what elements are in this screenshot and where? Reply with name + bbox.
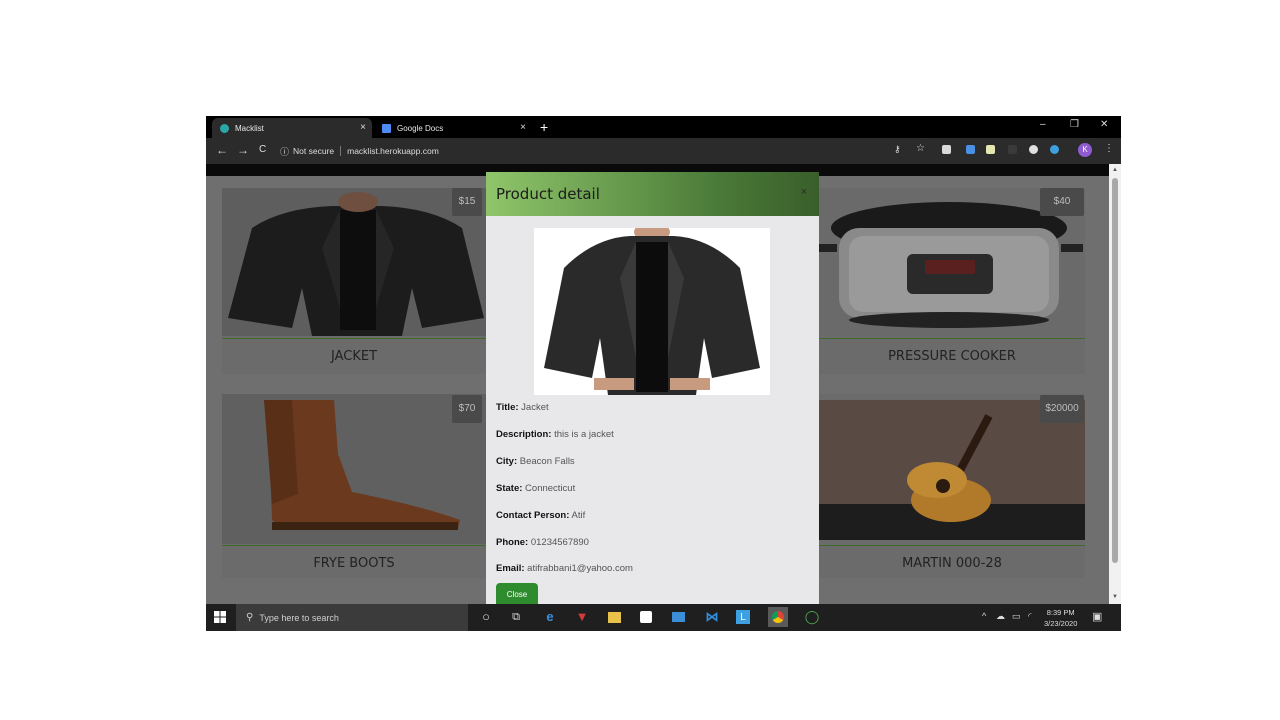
chrome-active-tab[interactable] xyxy=(768,607,788,627)
search-icon: ⚲ xyxy=(246,612,254,623)
menu-icon[interactable]: ⋮ xyxy=(1104,143,1114,154)
product-title[interactable]: PRESSURE COOKER xyxy=(819,349,1085,364)
reload-icon[interactable]: C xyxy=(259,144,266,155)
url-text[interactable]: macklist.herokuapp.com xyxy=(347,146,439,156)
forward-icon[interactable]: → xyxy=(237,143,249,157)
card-divider xyxy=(222,545,486,546)
detail-email: Email: atifrabbani1@yahoo.com xyxy=(496,563,633,574)
close-icon[interactable]: × xyxy=(801,186,807,198)
file-explorer-icon[interactable] xyxy=(608,612,621,623)
app-icon[interactable]: ◯ xyxy=(804,609,820,625)
product-image[interactable] xyxy=(222,188,486,336)
product-card-frye-boots[interactable]: FRYE BOOTS xyxy=(222,394,486,578)
clock-date: 3/23/2020 xyxy=(1044,619,1078,628)
address-bar[interactable]: ⓘ Not secure macklist.herokuapp.com xyxy=(280,142,1040,160)
restore-icon[interactable]: ❐ xyxy=(1070,119,1079,130)
taskbar-search[interactable]: ⚲ Type here to search xyxy=(236,604,468,631)
detail-phone: Phone: 01234567890 xyxy=(496,537,589,548)
close-tab-icon[interactable]: × xyxy=(520,122,526,133)
task-view-icon[interactable]: ⧉ xyxy=(508,609,524,625)
cortana-icon[interactable]: ○ xyxy=(478,609,494,625)
price-badge: $20000 xyxy=(1040,395,1084,423)
minimize-icon[interactable]: – xyxy=(1040,119,1046,130)
screen: Macklist × Google Docs × + – ❐ ✕ ← → C ⓘ… xyxy=(206,116,1121,631)
globe-icon xyxy=(220,123,229,133)
search-placeholder: Type here to search xyxy=(259,612,339,623)
cloud-icon[interactable]: ☁ xyxy=(996,611,1005,622)
close-button[interactable]: Close xyxy=(496,583,538,604)
price-badge: $70 xyxy=(452,395,482,423)
card-divider xyxy=(819,545,1085,546)
info-icon[interactable]: ⓘ xyxy=(280,145,289,158)
tab-label: Google Docs xyxy=(397,123,444,133)
notification-icon[interactable]: ▣ xyxy=(1092,610,1102,623)
modal-title: Product detail xyxy=(496,185,600,203)
detail-state: State: Connecticut xyxy=(496,483,576,494)
detail-city: City: Beacon Falls xyxy=(496,456,575,467)
product-image[interactable] xyxy=(222,394,486,544)
extension-icon[interactable] xyxy=(986,145,995,154)
star-icon[interactable]: ☆ xyxy=(916,143,925,154)
battery-icon[interactable]: ▭ xyxy=(1012,611,1021,622)
chrome-icon xyxy=(772,611,784,623)
vscode-icon[interactable]: ⋈ xyxy=(704,609,720,625)
tab-label: Macklist xyxy=(235,123,264,133)
product-detail-modal: Product detail × Title: Jacket Descripti… xyxy=(486,172,819,604)
back-icon[interactable]: ← xyxy=(216,143,228,157)
mcafee-icon[interactable]: ▼ xyxy=(574,609,590,625)
windows-taskbar: ⚲ Type here to search ○ ⧉ e ▼ ⋈ L ◯ ^ ☁ … xyxy=(206,604,1121,631)
security-label: Not secure xyxy=(293,146,335,156)
browser-toolbar: ← → C ⓘ Not secure macklist.herokuapp.co… xyxy=(206,138,1121,164)
windows-start-icon[interactable] xyxy=(214,611,226,623)
extension-icon[interactable] xyxy=(1008,145,1017,154)
profile-avatar[interactable]: K xyxy=(1078,143,1092,157)
scroll-down-icon[interactable]: ▼ xyxy=(1112,594,1118,600)
key-icon[interactable]: ⚷ xyxy=(894,144,901,155)
taskbar-clock[interactable]: 8:39 PM 3/23/2020 xyxy=(1044,607,1077,629)
product-title[interactable]: MARTIN 000-28 xyxy=(819,556,1085,571)
scrollbar-thumb[interactable] xyxy=(1112,178,1118,563)
divider xyxy=(340,146,342,156)
product-card-jacket[interactable]: JACKET xyxy=(222,188,486,374)
product-detail-image xyxy=(534,228,770,395)
window-close-icon[interactable]: ✕ xyxy=(1100,119,1108,130)
new-tab-button[interactable]: + xyxy=(540,119,548,135)
card-divider xyxy=(819,338,1085,339)
product-title[interactable]: JACKET xyxy=(222,349,486,364)
wifi-icon[interactable]: ◜ xyxy=(1028,611,1032,622)
price-badge: $40 xyxy=(1040,188,1084,216)
product-title[interactable]: FRYE BOOTS xyxy=(222,556,486,571)
detail-description: Description: this is a jacket xyxy=(496,429,614,440)
price-badge: $15 xyxy=(452,188,482,216)
edge-icon[interactable]: e xyxy=(542,609,558,625)
extension-icon[interactable] xyxy=(942,145,951,154)
tray-chevron-icon[interactable]: ^ xyxy=(982,611,986,621)
detail-contact-person: Contact Person: Atif xyxy=(496,510,586,521)
lync-icon[interactable]: L xyxy=(736,610,750,624)
extension-icon[interactable] xyxy=(966,145,975,154)
tab-google-docs[interactable]: Google Docs × xyxy=(374,118,532,138)
close-tab-icon[interactable]: × xyxy=(360,122,366,133)
extension-icon[interactable] xyxy=(1050,145,1059,154)
scroll-up-icon[interactable]: ▲ xyxy=(1112,167,1118,173)
tab-strip: Macklist × Google Docs × + – ❐ ✕ xyxy=(206,116,1121,138)
mail-icon[interactable] xyxy=(672,612,685,622)
extension-icon[interactable] xyxy=(1029,145,1038,154)
card-divider xyxy=(222,338,486,339)
tab-macklist[interactable]: Macklist × xyxy=(212,118,372,138)
modal-header: Product detail × xyxy=(486,172,819,216)
store-icon[interactable] xyxy=(640,611,652,623)
detail-title: Title: Jacket xyxy=(496,402,549,413)
page-viewport: JACKET $15 PRESSURE COOKER $40 FRYE BOOT… xyxy=(206,164,1121,604)
page-scrollbar[interactable]: ▲ ▼ xyxy=(1109,164,1121,604)
clock-time: 8:39 PM xyxy=(1046,608,1075,617)
docs-icon xyxy=(382,123,391,133)
